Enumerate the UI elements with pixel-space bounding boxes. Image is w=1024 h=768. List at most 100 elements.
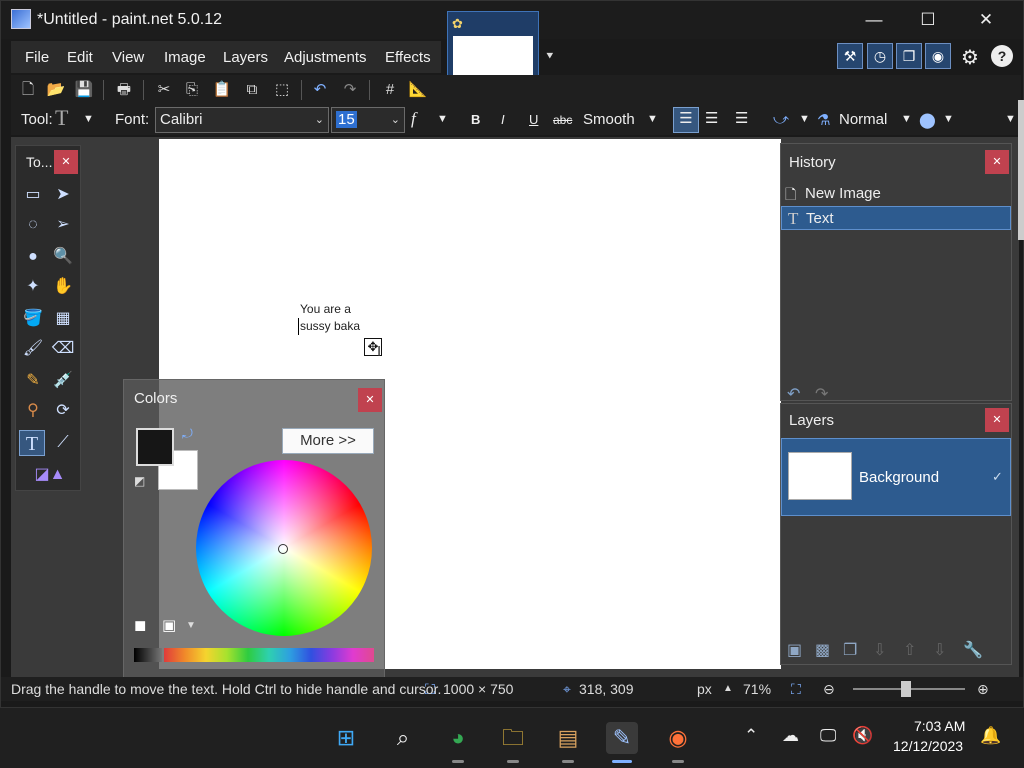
clone-stamp-icon[interactable]: ⚲	[20, 398, 46, 424]
antialias-quality-icon[interactable]: ⬤	[919, 111, 936, 129]
italic-button[interactable]: I	[501, 112, 505, 127]
start-windows-icon[interactable]: ⊞	[330, 722, 362, 754]
show-hidden-icons-chevron-up-icon[interactable]: ⌃	[744, 726, 758, 746]
chrome-icon[interactable]: ◕	[442, 722, 474, 754]
help-icon[interactable]: ?	[991, 45, 1013, 67]
pan-hand-icon[interactable]: ✋	[50, 274, 76, 300]
redo-history-icon[interactable]: ↷	[815, 384, 828, 404]
maximize-button[interactable]: ☐	[899, 1, 957, 39]
menu-image[interactable]: Image	[164, 49, 206, 66]
menu-adjustments[interactable]: Adjustments	[284, 49, 367, 66]
zoom-slider-thumb[interactable]	[901, 681, 911, 697]
zoom-icon[interactable]: 🔍	[50, 244, 76, 270]
history-item[interactable]: 🗋 New Image	[781, 182, 1011, 206]
pencil-icon[interactable]: ✎	[20, 368, 46, 394]
history-item-selected[interactable]: T Text	[781, 206, 1011, 230]
gradient-icon[interactable]: ▦	[50, 306, 76, 332]
magic-wand-icon[interactable]: ✦	[20, 274, 46, 300]
clock-date[interactable]: 12/12/2023	[893, 738, 963, 754]
redo-icon[interactable]: ↷	[339, 79, 361, 101]
align-right-icon[interactable]: ☰	[735, 109, 748, 127]
units-dropdown-icon[interactable]: ▲	[723, 683, 733, 694]
zoom-level[interactable]: 71%	[743, 681, 771, 697]
line-curve-icon[interactable]: ⟋	[50, 430, 76, 456]
grayscale-palette[interactable]	[134, 648, 162, 662]
ellipse-select-icon[interactable]: ●	[20, 244, 46, 270]
eraser-icon[interactable]: ⌫	[50, 336, 76, 362]
clock-time[interactable]: 7:03 AM	[914, 718, 965, 734]
zoom-in-icon[interactable]: ⊕	[977, 681, 989, 698]
history-window-toggle-icon[interactable]: ◷	[867, 43, 893, 69]
more-colors-button[interactable]: More >>	[282, 428, 374, 454]
search-icon[interactable]: ⌕	[387, 722, 419, 754]
zoom-to-window-icon[interactable]: ⛶	[791, 681, 801, 698]
antialiasing-selector[interactable]: Smooth	[583, 111, 635, 128]
close-button[interactable]: ✕	[957, 1, 1015, 39]
recolor-icon[interactable]: ⟳	[50, 398, 76, 424]
delete-layer-icon[interactable]: ▩	[815, 640, 830, 660]
cut-icon[interactable]: ✂	[153, 79, 175, 101]
undo-history-icon[interactable]: ↶	[787, 384, 800, 404]
antialias-dropdown-icon[interactable]: ▼	[647, 113, 658, 125]
settings-gear-icon[interactable]: ⚙	[961, 45, 979, 70]
tab-list-dropdown-icon[interactable]: ⯆	[545, 49, 555, 64]
blend-dropdown-icon[interactable]: ▼	[901, 113, 912, 125]
menu-edit[interactable]: Edit	[67, 49, 93, 66]
align-center-icon[interactable]: ☰	[705, 109, 718, 127]
deselect-icon[interactable]: ⬚	[271, 79, 293, 101]
font-smoothing-icon[interactable]: f	[411, 109, 416, 129]
bold-button[interactable]: B	[471, 112, 480, 127]
reset-colors-icon[interactable]: ◩	[134, 474, 145, 488]
move-selection-icon[interactable]: ➢	[50, 212, 76, 238]
font-size-combobox[interactable]: 15 ⌄	[331, 107, 405, 133]
strikethrough-button[interactable]: abc	[553, 113, 572, 127]
duplicate-layer-icon[interactable]: ❐	[843, 640, 857, 660]
primary-color-swatch[interactable]	[136, 428, 174, 466]
file-explorer-icon[interactable]: 🗀	[497, 722, 529, 754]
tools-window-toggle-icon[interactable]: ⚒	[837, 43, 863, 69]
clipping-dropdown-icon[interactable]: ▼	[799, 113, 810, 125]
rulers-icon[interactable]: 📐	[407, 79, 429, 101]
open-icon[interactable]: 📂	[45, 79, 67, 101]
toolbar-overflow-icon[interactable]: ▼	[1005, 113, 1016, 125]
volume-muted-icon[interactable]: 🔇	[852, 726, 873, 746]
zoom-out-icon[interactable]: ⊖	[823, 681, 835, 698]
move-layer-up-icon[interactable]: ⇧	[903, 640, 916, 660]
color-palette[interactable]	[164, 648, 374, 662]
paint-bucket-icon[interactable]: 🪣	[20, 306, 46, 332]
colors-close-button[interactable]: ✕	[358, 388, 382, 412]
menu-file[interactable]: File	[25, 49, 49, 66]
layer-visibility-check-icon[interactable]: ✓	[992, 469, 1003, 485]
palette-menu-icon[interactable]: ▣	[162, 616, 176, 634]
paintbrush-icon[interactable]: 🖌	[20, 336, 46, 362]
menu-effects[interactable]: Effects	[385, 49, 431, 66]
history-close-button[interactable]: ✕	[985, 150, 1009, 174]
minimize-button[interactable]: —	[845, 1, 903, 39]
selection-clipping-icon[interactable]: ⤻	[773, 111, 789, 128]
paintnet-taskbar-icon[interactable]: ✎	[606, 722, 638, 754]
archive-app-icon[interactable]: ▤	[552, 722, 584, 754]
font-options-dropdown-icon[interactable]: ▼	[437, 113, 448, 125]
color-picker-icon[interactable]: 💉	[50, 368, 76, 394]
underline-button[interactable]: U	[529, 112, 538, 127]
copy-icon[interactable]: ⎘	[181, 79, 203, 101]
rectangle-select-icon[interactable]: ▭	[20, 182, 46, 208]
network-icon[interactable]: 🖵	[820, 726, 836, 746]
menu-layers[interactable]: Layers	[223, 49, 268, 66]
layers-window-toggle-icon[interactable]: ❐	[896, 43, 922, 69]
tool-chooser-dropdown-icon[interactable]: ▼	[83, 113, 94, 125]
menu-view[interactable]: View	[112, 49, 144, 66]
colors-window-toggle-icon[interactable]: ◉	[925, 43, 951, 69]
shapes-icon[interactable]: ◪▲	[30, 462, 70, 488]
text-tool-icon[interactable]: T	[19, 430, 45, 456]
palette-dropdown-icon[interactable]: ▼	[186, 620, 196, 631]
move-selected-pixels-icon[interactable]: ➤	[50, 182, 76, 208]
crop-to-selection-icon[interactable]: ⧉	[241, 79, 263, 101]
blend-mode-selector[interactable]: Normal	[839, 111, 887, 128]
quality-dropdown-icon[interactable]: ▼	[943, 113, 954, 125]
paste-icon[interactable]: 📋	[211, 79, 233, 101]
font-family-combobox[interactable]: Calibri ⌄	[155, 107, 329, 133]
add-to-palette-icon[interactable]: ◼	[134, 616, 146, 634]
notifications-bell-icon[interactable]: 🔔	[980, 726, 1001, 746]
firefox-icon[interactable]: ◉	[662, 722, 694, 754]
